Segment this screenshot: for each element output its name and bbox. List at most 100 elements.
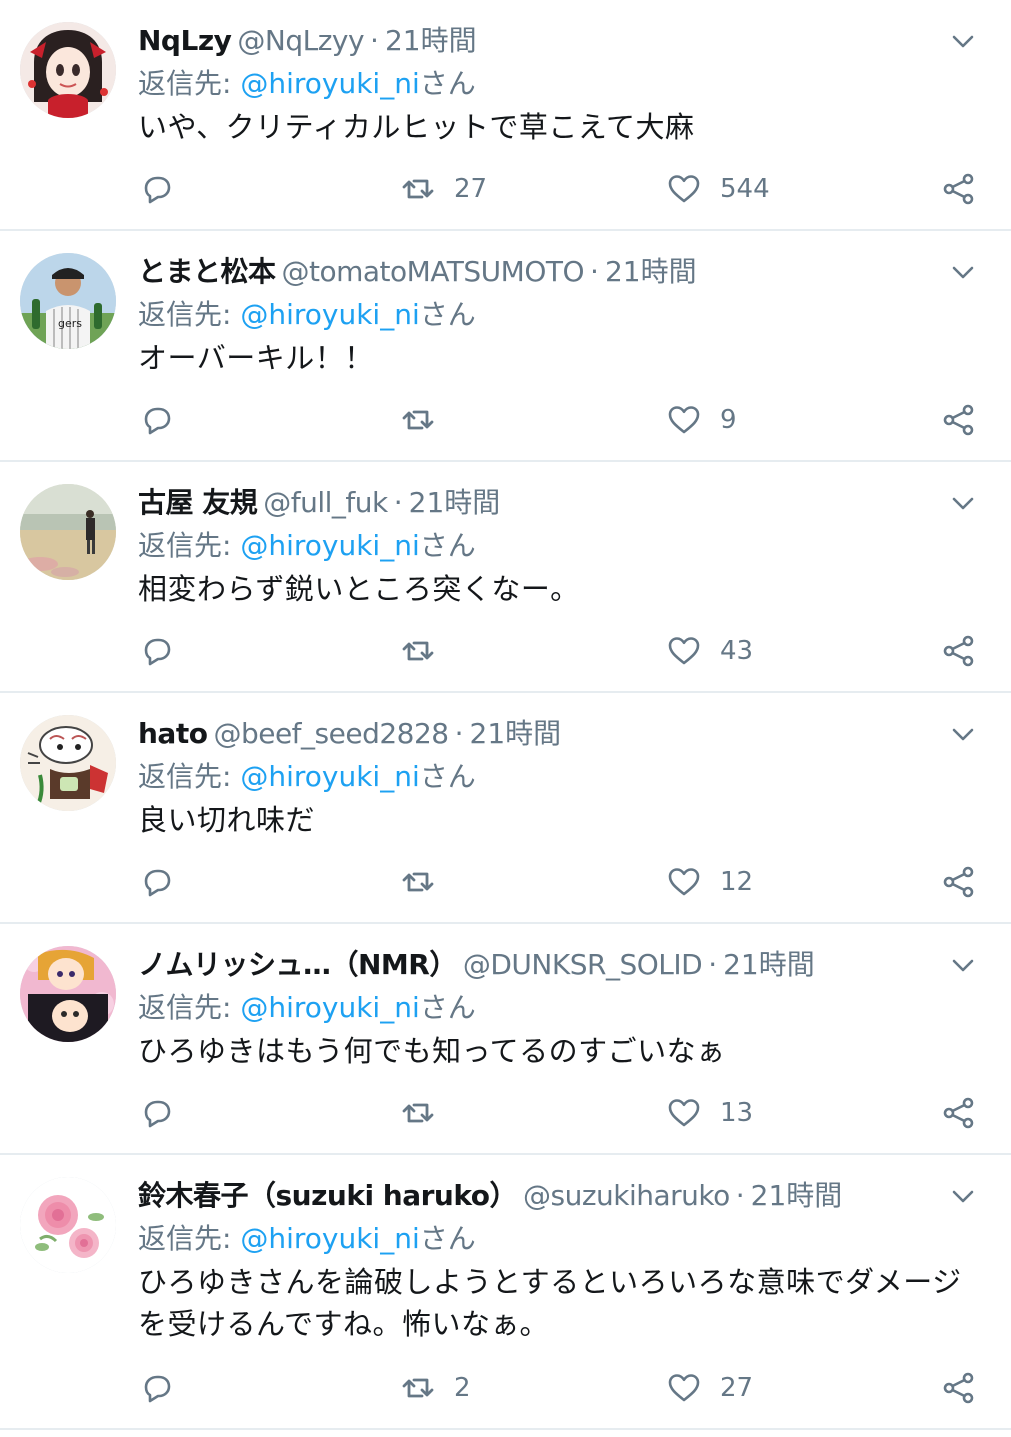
separator-dot: · (590, 255, 599, 288)
retweet-button[interactable] (400, 400, 436, 440)
speech-bubble-icon (138, 171, 174, 207)
retweet-icon (400, 1370, 436, 1406)
like-button[interactable]: 27 (666, 1368, 753, 1408)
reply-button[interactable] (138, 862, 174, 902)
avatar[interactable] (20, 22, 116, 118)
speech-bubble-icon (138, 633, 174, 669)
avatar[interactable]: gers (20, 253, 116, 349)
separator-dot: · (708, 948, 718, 981)
separator-dot: · (393, 486, 403, 519)
display-name[interactable]: NqLzy (138, 24, 232, 57)
like-button[interactable]: 43 (666, 631, 753, 671)
timestamp[interactable]: 21時間 (605, 255, 697, 288)
user-handle[interactable]: @NqLzyy (237, 24, 364, 57)
retweet-button[interactable] (400, 1093, 436, 1133)
display-name[interactable]: とまと松本 (138, 255, 276, 288)
share-button[interactable] (941, 631, 977, 671)
tweet-header: 鈴木春子（suzuki haruko） @suzukiharuko · 21時間 (138, 1175, 971, 1217)
tweet-actions: 43 (138, 631, 981, 671)
speech-bubble-icon (138, 1370, 174, 1406)
user-handle[interactable]: @DUNKSR_SOLID (463, 948, 703, 981)
timestamp[interactable]: 21時間 (470, 717, 562, 750)
mention-link[interactable]: @hiroyuki_ni (240, 991, 419, 1024)
avatar[interactable] (20, 715, 116, 811)
tweet[interactable]: gers とまと松本 @tomatoMATSUMOTO · 21時間 返信先: @hiro… (0, 231, 1011, 462)
share-button[interactable] (941, 169, 977, 209)
tweet[interactable]: ノムリッシュ…（NMR） @DUNKSR_SOLID · 21時間 返信先: @hiro… (0, 924, 1011, 1155)
share-button[interactable] (941, 1368, 977, 1408)
heart-icon (666, 1095, 702, 1131)
share-icon (941, 1095, 977, 1131)
retweet-button[interactable] (400, 862, 436, 902)
tweet-body: hato @beef_seed2828 · 21時間 返信先: @hiroyuki_ni… (138, 713, 971, 841)
reply-context: 返信先: @hiroyuki_niさん (138, 62, 971, 106)
timestamp[interactable]: 21時間 (751, 1179, 843, 1212)
separator-dot: · (454, 717, 464, 750)
like-button[interactable]: 12 (666, 862, 753, 902)
retweet-button[interactable]: 27 (400, 169, 487, 209)
timestamp[interactable]: 21時間 (409, 486, 501, 519)
share-button[interactable] (941, 400, 977, 440)
reply-suffix: さん (419, 67, 476, 100)
share-button[interactable] (941, 862, 977, 902)
mention-link[interactable]: @hiroyuki_ni (240, 529, 419, 562)
share-icon (941, 1370, 977, 1406)
reply-button[interactable] (138, 1093, 174, 1133)
user-handle[interactable]: @full_fuk (263, 486, 388, 519)
tweet-header: とまと松本 @tomatoMATSUMOTO · 21時間 (138, 251, 971, 293)
avatar[interactable] (20, 946, 116, 1042)
display-name[interactable]: ノムリッシュ…（NMR） (138, 948, 457, 981)
tweet-text: オーバーキル！！ (138, 337, 971, 379)
share-icon (941, 864, 977, 900)
avatar[interactable] (20, 1177, 116, 1273)
reply-button[interactable] (138, 400, 174, 440)
mention-link[interactable]: @hiroyuki_ni (240, 760, 419, 793)
retweet-count: 27 (454, 174, 488, 204)
tweet[interactable]: hato @beef_seed2828 · 21時間 返信先: @hiroyuki_ni… (0, 693, 1011, 924)
timestamp[interactable]: 21時間 (723, 948, 815, 981)
separator-dot: · (370, 24, 379, 57)
mention-link[interactable]: @hiroyuki_ni (240, 1222, 419, 1255)
retweet-icon (400, 633, 436, 669)
like-button[interactable]: 544 (666, 169, 770, 209)
like-button[interactable]: 9 (666, 400, 737, 440)
reply-feed: NqLzy @NqLzyy · 21時間 返信先: @hiroyuki_niさん いや、ク… (0, 0, 1011, 1430)
user-handle[interactable]: @suzukiharuko (523, 1179, 730, 1212)
share-icon (941, 633, 977, 669)
retweet-icon (400, 171, 436, 207)
like-button[interactable]: 13 (666, 1093, 753, 1133)
heart-icon (666, 633, 702, 669)
like-count: 13 (720, 1098, 754, 1128)
mention-link[interactable]: @hiroyuki_ni (240, 67, 419, 100)
svg-text:gers: gers (58, 317, 82, 330)
tweet[interactable]: 古屋 友規 @full_fuk · 21時間 返信先: @hiroyuki_niさん 相変… (0, 462, 1011, 693)
display-name[interactable]: 鈴木春子（suzuki haruko） (138, 1179, 517, 1212)
reply-button[interactable] (138, 1368, 174, 1408)
mention-link[interactable]: @hiroyuki_ni (240, 298, 419, 331)
user-handle[interactable]: @tomatoMATSUMOTO (282, 255, 585, 288)
tweet-body: とまと松本 @tomatoMATSUMOTO · 21時間 返信先: @hiroyuki… (138, 251, 971, 379)
display-name[interactable]: hato (138, 717, 208, 750)
tweet-text-line: ひろゆきはもう何でも知ってるのすごいなぁ (138, 1034, 726, 1068)
user-handle[interactable]: @beef_seed2828 (213, 717, 449, 750)
reply-suffix: さん (419, 298, 476, 331)
reply-button[interactable] (138, 631, 174, 671)
share-icon (941, 171, 977, 207)
reply-button[interactable] (138, 169, 174, 209)
timestamp[interactable]: 21時間 (385, 24, 477, 57)
heart-icon (666, 1370, 702, 1406)
display-name[interactable]: 古屋 友規 (138, 486, 258, 519)
tweet-body: 古屋 友規 @full_fuk · 21時間 返信先: @hiroyuki_niさん 相変… (138, 482, 971, 610)
tweet-body: ノムリッシュ…（NMR） @DUNKSR_SOLID · 21時間 返信先: @hiro… (138, 944, 971, 1072)
like-count: 27 (720, 1373, 754, 1403)
tweet-text-line: オーバーキル！！ (138, 341, 374, 375)
share-button[interactable] (941, 1093, 977, 1133)
retweet-button[interactable] (400, 631, 436, 671)
retweet-icon (400, 864, 436, 900)
tweet-text-line: を受けるんですね。怖いなぁ。 (138, 1307, 549, 1341)
retweet-button[interactable]: 2 (400, 1368, 471, 1408)
avatar[interactable] (20, 484, 116, 580)
tweet-header: NqLzy @NqLzyy · 21時間 (138, 20, 971, 62)
tweet[interactable]: 鈴木春子（suzuki haruko） @suzukiharuko · 21時間 返信先… (0, 1155, 1011, 1430)
tweet[interactable]: NqLzy @NqLzyy · 21時間 返信先: @hiroyuki_niさん いや、ク… (0, 0, 1011, 231)
